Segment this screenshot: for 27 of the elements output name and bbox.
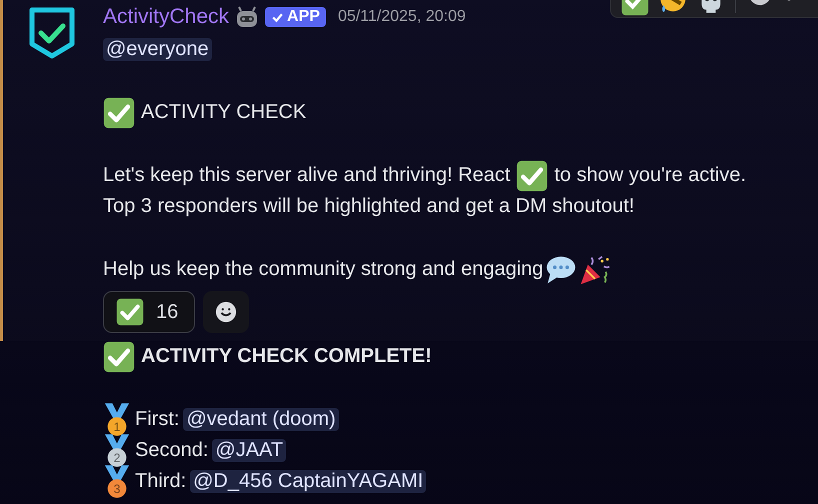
check-emoji-icon [116, 298, 144, 326]
message-text: to show you're active. [554, 164, 746, 187]
reaction-button[interactable]: 16 [103, 291, 196, 333]
author-name[interactable]: ActivityCheck [103, 5, 230, 29]
message-heading: ACTIVITY CHECK COMPLETE! [141, 345, 432, 368]
speech-bubble-icon [545, 254, 578, 286]
mention-link[interactable]: @everyone [103, 38, 212, 61]
check-emoji-icon [103, 340, 135, 372]
message-text: Help us keep the community strong and engaging [103, 258, 544, 281]
app-badge: APP [265, 7, 326, 27]
timestamp: 05/11/2025, 20:09 [338, 8, 466, 26]
add-reaction-button[interactable] [203, 291, 250, 333]
message-text: Let's keep this server alive and thriving! React [103, 164, 510, 187]
mention-link[interactable]: @vedant (doom) [183, 408, 339, 431]
robot-icon [235, 5, 260, 29]
shield-check-avatar-icon[interactable] [28, 6, 76, 60]
check-emoji-icon [103, 96, 135, 128]
mention-link[interactable]: @JAAT [212, 439, 286, 462]
place-label: First: [135, 408, 180, 431]
place-label: Second: [135, 439, 208, 462]
message-heading: ACTIVITY CHECK [141, 101, 306, 124]
check-emoji-icon [516, 160, 548, 192]
party-popper-icon [579, 254, 612, 286]
smiley-icon [215, 301, 238, 323]
mention-link[interactable]: @D_456 CaptainYAGAMI [190, 470, 426, 493]
message-text: Top 3 responders will be highlighted and get a DM shoutout! [103, 195, 634, 218]
place-label: Third: [135, 470, 186, 493]
